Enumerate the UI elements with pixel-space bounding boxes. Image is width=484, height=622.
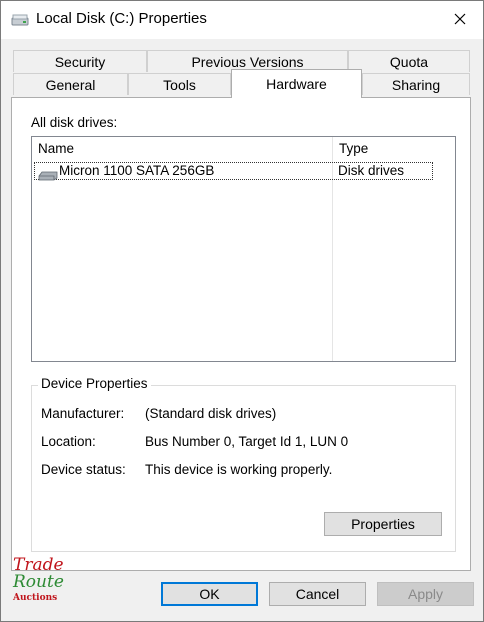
watermark-line3: Auctions	[13, 593, 58, 603]
watermark-logo: Trade Route Auctions	[13, 555, 73, 607]
watermark-line2: Route	[13, 572, 64, 592]
column-header-name[interactable]: Name	[32, 137, 332, 161]
properties-window: Local Disk (C:) Properties Security Prev…	[0, 0, 484, 622]
device-status-value: This device is working properly.	[145, 462, 333, 477]
apply-button[interactable]: Apply	[377, 582, 474, 606]
drive-icon	[11, 12, 29, 28]
title-bar: Local Disk (C:) Properties	[1, 1, 483, 39]
device-properties-title: Device Properties	[38, 376, 151, 391]
location-value: Bus Number 0, Target Id 1, LUN 0	[145, 434, 349, 449]
close-icon	[454, 12, 466, 28]
row-type: Disk drives	[338, 163, 405, 178]
disk-drives-list[interactable]: Name Type Micron 1100 SATA 256GB Disk dr…	[31, 136, 456, 362]
tab-security[interactable]: Security	[13, 50, 147, 72]
table-row[interactable]: Micron 1100 SATA 256GB Disk drives	[34, 162, 433, 181]
tab-sharing[interactable]: Sharing	[362, 73, 470, 95]
all-disk-drives-label: All disk drives:	[31, 115, 118, 130]
tab-quota[interactable]: Quota	[348, 50, 470, 72]
cancel-button[interactable]: Cancel	[269, 582, 366, 606]
device-properties-group: Device Properties Manufacturer: (Standar…	[31, 376, 456, 552]
manufacturer-label: Manufacturer:	[41, 406, 125, 421]
manufacturer-value: (Standard disk drives)	[145, 406, 277, 421]
device-status-label: Device status:	[41, 462, 126, 477]
column-header-type[interactable]: Type	[333, 137, 455, 161]
tab-tools[interactable]: Tools	[128, 73, 231, 95]
tab-hardware[interactable]: Hardware	[231, 69, 362, 98]
close-button[interactable]	[437, 1, 483, 39]
location-label: Location:	[41, 434, 96, 449]
disk-drive-icon	[38, 168, 58, 181]
row-name: Micron 1100 SATA 256GB	[59, 163, 215, 178]
ok-button[interactable]: OK	[161, 582, 258, 606]
window-title: Local Disk (C:) Properties	[36, 10, 207, 27]
tab-general[interactable]: General	[13, 73, 128, 95]
properties-button[interactable]: Properties	[324, 512, 442, 536]
hardware-panel: All disk drives: Name Type Micron 1100 S…	[11, 97, 471, 571]
